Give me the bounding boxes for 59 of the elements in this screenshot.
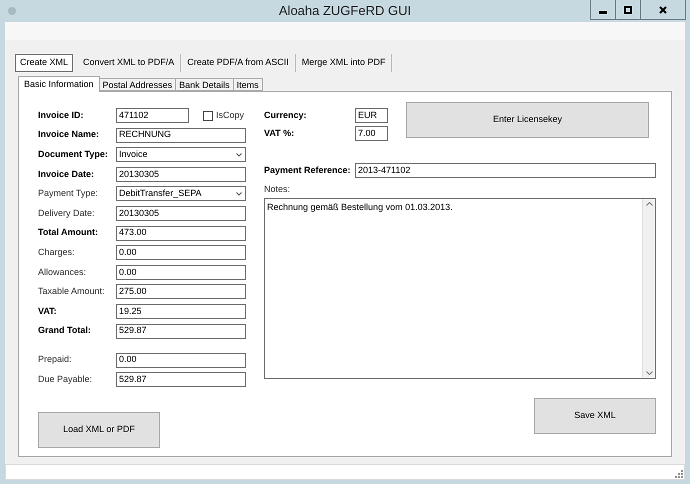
input-field[interactable]: 0.00: [116, 245, 246, 260]
input-field[interactable]: 529.87: [116, 324, 246, 339]
main-tab[interactable]: Merge XML into PDF: [296, 54, 392, 72]
field-label: Taxable Amount:: [38, 285, 106, 298]
notes-label: Notes:: [264, 183, 292, 196]
input-field[interactable]: 20130305: [116, 206, 246, 221]
field-label: Invoice Name:: [38, 128, 100, 142]
field-label: Delivery Date:: [38, 206, 96, 220]
field-label: Invoice Date:: [38, 168, 96, 181]
field-label: Document Type:: [38, 148, 109, 161]
field-label: Grand Total:: [38, 324, 92, 338]
field-label: Payment Type:: [38, 187, 99, 200]
save-button[interactable]: Save XML: [534, 398, 656, 434]
notes-textarea[interactable]: Rechnung gemäß Bestellung vom 01.03.2013.: [264, 198, 656, 378]
input-field[interactable]: 20130305: [116, 166, 246, 182]
main-tab[interactable]: Create XML: [15, 54, 74, 72]
checkbox[interactable]: [203, 110, 213, 120]
input-field[interactable]: 0.00: [116, 352, 246, 368]
license-button[interactable]: Enter Licensekey: [406, 102, 649, 138]
field-label: Payment Reference:: [264, 164, 352, 177]
field-label: Currency:: [264, 108, 308, 122]
field-label: Due Payable:: [38, 372, 94, 386]
field-label: VAT:: [38, 304, 58, 318]
field-label: Prepaid:: [38, 353, 73, 366]
window-title: Aloaha ZUGFeRD GUI: [278, 3, 412, 18]
input-field[interactable]: RECHNUNG: [116, 128, 246, 143]
field-label: Charges:: [38, 246, 76, 259]
sub-tab[interactable]: Postal Addresses: [98, 78, 176, 91]
input-field[interactable]: 0.00: [116, 264, 246, 280]
input-field[interactable]: 19.25: [116, 304, 246, 319]
dropdown[interactable]: Invoice: [116, 147, 246, 162]
input-field[interactable]: 2013-471102: [355, 163, 656, 178]
scroll-up-icon[interactable]: [646, 202, 652, 206]
input-field[interactable]: 275.00: [116, 284, 246, 300]
chevron-down-icon: [236, 192, 242, 196]
input-field[interactable]: EUR: [355, 108, 388, 123]
close-icon: [659, 6, 667, 14]
sub-tab[interactable]: Basic Information: [18, 76, 100, 92]
scrollbar[interactable]: [642, 198, 655, 378]
chevron-down-icon: [236, 152, 242, 157]
field-label: Total Amount:: [38, 226, 99, 240]
field-label: Allowances:: [38, 266, 88, 278]
load-button[interactable]: Load XML or PDF: [38, 412, 160, 448]
main-tab[interactable]: Create PDF/A from ASCII: [181, 54, 296, 72]
dropdown[interactable]: DebitTransfer_SEPA: [116, 186, 246, 202]
input-field[interactable]: 529.87: [116, 372, 246, 388]
sub-tab[interactable]: Bank Details: [175, 78, 234, 91]
maximize-icon: [624, 6, 632, 14]
scroll-down-icon[interactable]: [646, 370, 652, 374]
field-label: Invoice ID:: [38, 108, 85, 122]
input-field[interactable]: 471102: [116, 108, 189, 123]
field-label: VAT %:: [264, 126, 296, 140]
input-field[interactable]: 7.00: [355, 126, 388, 141]
sub-tab[interactable]: Items: [232, 78, 263, 91]
app-icon: [7, 6, 17, 16]
checkbox-label: IsCopy: [216, 108, 244, 122]
resize-grip-icon[interactable]: [675, 470, 683, 478]
main-tab[interactable]: Convert XML to PDF/A: [77, 54, 182, 72]
input-field[interactable]: 473.00: [116, 226, 246, 241]
